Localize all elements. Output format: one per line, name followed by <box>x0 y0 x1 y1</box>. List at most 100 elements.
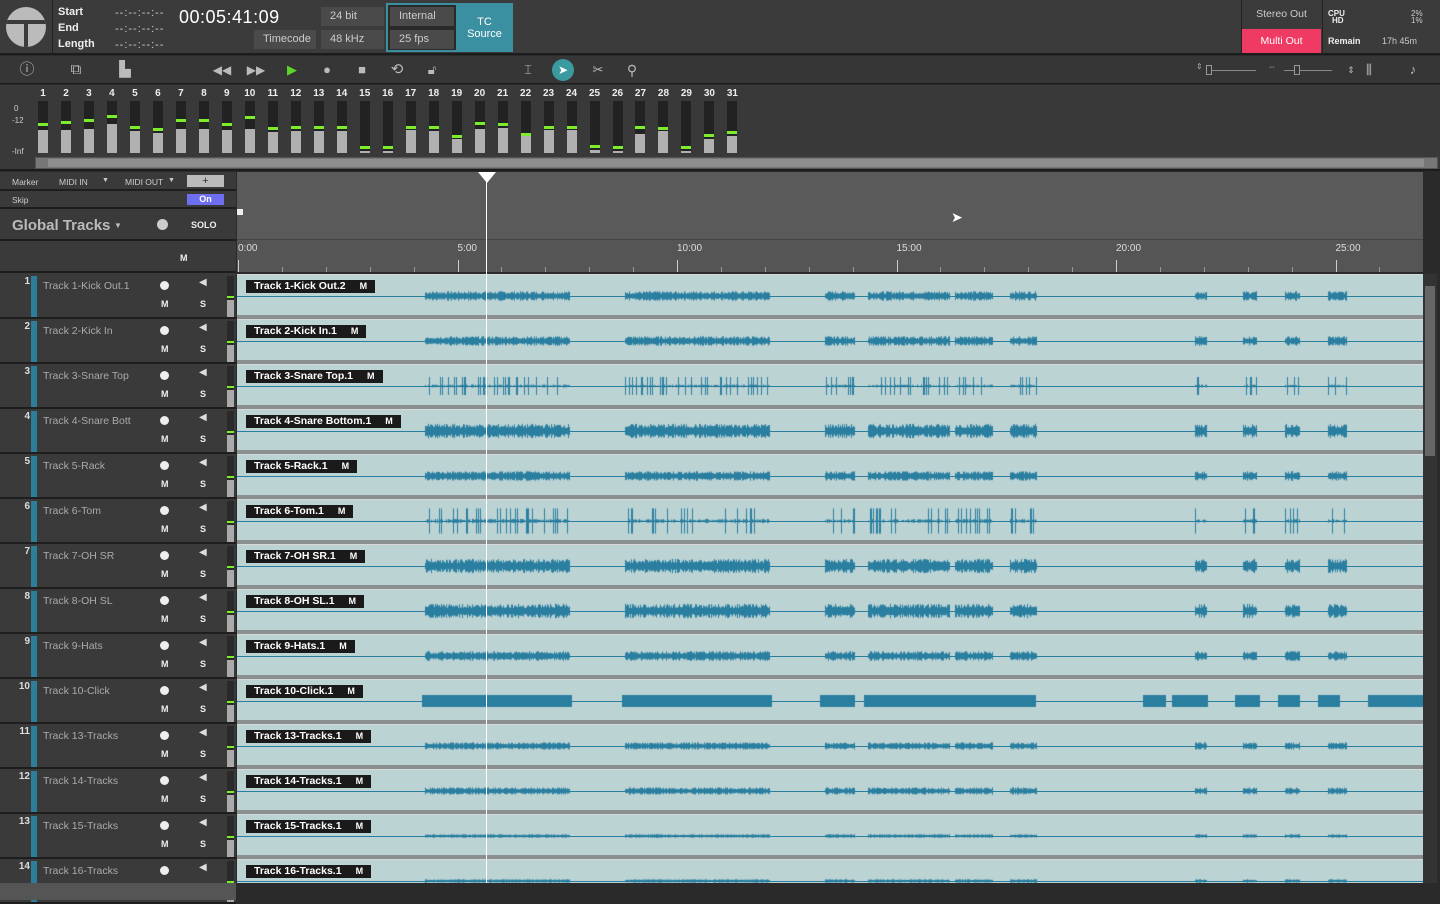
zoom-slider[interactable]: ⇔ <box>1268 62 1334 76</box>
track-name[interactable]: Track 8-OH SL <box>43 595 113 607</box>
zoom-tool-icon[interactable]: ⚲ <box>621 56 643 84</box>
mute-button[interactable]: M <box>161 434 169 444</box>
track-height-slider[interactable]: ⇕ <box>1196 62 1260 76</box>
mute-button[interactable]: M <box>161 389 169 399</box>
mute-button[interactable]: M <box>161 299 169 309</box>
mute-button[interactable]: M <box>161 749 169 759</box>
record-arm-icon[interactable] <box>160 821 169 830</box>
global-solo-button[interactable]: SOLO <box>191 220 217 230</box>
solo-button[interactable]: S <box>200 389 206 399</box>
loop-start-marker[interactable] <box>237 209 243 215</box>
track-name[interactable]: Track 9-Hats <box>43 640 103 652</box>
track-color-strip[interactable] <box>31 411 37 452</box>
track-color-strip[interactable] <box>31 636 37 677</box>
speaker-icon[interactable]: ◀︎ <box>199 367 207 378</box>
split-tool-icon[interactable]: ✂ <box>587 56 609 84</box>
rewind-icon[interactable]: ◀◀ <box>211 56 233 84</box>
fast-forward-icon[interactable]: ▶▶ <box>245 56 267 84</box>
speaker-icon[interactable]: ◀︎ <box>199 277 207 288</box>
global-record-icon[interactable] <box>157 219 168 230</box>
record-arm-icon[interactable] <box>160 551 169 560</box>
record-icon[interactable]: ● <box>316 56 338 84</box>
left-scrollbar[interactable] <box>0 883 236 900</box>
track-header[interactable]: 12 Track 14-Tracks ◀︎ M S <box>0 769 236 814</box>
record-arm-icon[interactable] <box>160 281 169 290</box>
file-icon[interactable]: ♪ <box>1402 56 1424 84</box>
bit-depth-button[interactable]: 24 bit <box>321 7 384 26</box>
playhead[interactable] <box>486 172 487 883</box>
lock-icon[interactable]: 🔓︎ <box>421 56 443 84</box>
track-name[interactable]: Track 1-Kick Out.1 <box>43 280 130 292</box>
track-name[interactable]: Track 10-Click <box>43 685 110 697</box>
speaker-icon[interactable]: ◀︎ <box>199 862 207 873</box>
speaker-icon[interactable]: ◀︎ <box>199 547 207 558</box>
speaker-icon[interactable]: ◀︎ <box>199 637 207 648</box>
mute-button[interactable]: M <box>161 704 169 714</box>
track-color-strip[interactable] <box>31 321 37 362</box>
time-ruler[interactable]: 0:00 5:00 10:00 15:00 20:00 25:00 <box>237 172 1423 272</box>
speaker-icon[interactable]: ◀︎ <box>199 772 207 783</box>
track-name[interactable]: Track 7-OH SR <box>43 550 114 562</box>
track-name[interactable]: Track 5-Rack <box>43 460 105 472</box>
solo-button[interactable]: S <box>200 344 206 354</box>
record-arm-icon[interactable] <box>160 596 169 605</box>
track-header[interactable]: 4 Track 4-Snare Bott ◀︎ M S <box>0 409 236 454</box>
midi-in-dropdown[interactable]: MIDI IN <box>59 177 88 187</box>
track-color-strip[interactable] <box>31 546 37 587</box>
info-icon[interactable]: ⓘ <box>16 56 38 84</box>
solo-button[interactable]: S <box>200 299 206 309</box>
mute-button[interactable]: M <box>161 569 169 579</box>
record-arm-icon[interactable] <box>160 776 169 785</box>
tc-source-button[interactable]: TC Source <box>456 5 513 50</box>
speaker-icon[interactable]: ◀︎ <box>199 727 207 738</box>
track-name[interactable]: Track 14-Tracks <box>43 775 118 787</box>
record-arm-icon[interactable] <box>160 686 169 695</box>
meters-icon[interactable]: ▙ <box>114 56 136 84</box>
end-value[interactable]: --:--:--:-- <box>115 23 164 35</box>
record-arm-icon[interactable] <box>160 641 169 650</box>
speaker-icon[interactable]: ◀︎ <box>199 817 207 828</box>
solo-button[interactable]: S <box>200 749 206 759</box>
solo-button[interactable]: S <box>200 794 206 804</box>
speaker-icon[interactable]: ◀︎ <box>199 322 207 333</box>
midi-in-chevron-icon[interactable]: ▼ <box>102 177 109 184</box>
mute-button[interactable]: M <box>161 794 169 804</box>
mute-button[interactable]: M <box>161 614 169 624</box>
track-color-strip[interactable] <box>31 366 37 407</box>
track-name[interactable]: Track 2-Kick In <box>43 325 113 337</box>
skip-toggle[interactable]: On <box>187 194 224 205</box>
solo-button[interactable]: S <box>200 839 206 849</box>
solo-button[interactable]: S <box>200 614 206 624</box>
midi-out-chevron-icon[interactable]: ▼ <box>168 177 175 184</box>
loop-icon[interactable]: ⟲ <box>386 56 408 84</box>
record-arm-icon[interactable] <box>160 326 169 335</box>
track-color-strip[interactable] <box>31 591 37 632</box>
timecode-mode-button[interactable]: Timecode <box>254 30 316 49</box>
add-marker-button[interactable]: + <box>187 175 224 187</box>
speaker-icon[interactable]: ◀︎ <box>199 682 207 693</box>
track-name[interactable]: Track 4-Snare Bott <box>43 415 131 427</box>
track-header[interactable]: 8 Track 8-OH SL ◀︎ M S <box>0 589 236 634</box>
midi-out-dropdown[interactable]: MIDI OUT <box>125 177 163 187</box>
global-tracks-chevron-icon[interactable]: ▼ <box>114 221 122 230</box>
solo-button[interactable]: S <box>200 479 206 489</box>
play-icon[interactable]: ▶ <box>281 56 303 84</box>
record-arm-icon[interactable] <box>160 731 169 740</box>
track-header[interactable]: 9 Track 9-Hats ◀︎ M S <box>0 634 236 679</box>
playhead-handle[interactable] <box>478 172 496 183</box>
track-color-strip[interactable] <box>31 276 37 317</box>
solo-button[interactable]: S <box>200 524 206 534</box>
mute-button[interactable]: M <box>161 659 169 669</box>
record-arm-icon[interactable] <box>160 506 169 515</box>
solo-button[interactable]: S <box>200 659 206 669</box>
track-color-strip[interactable] <box>31 816 37 857</box>
record-arm-icon[interactable] <box>160 416 169 425</box>
mixer-icon[interactable]: ⧉ <box>65 56 87 84</box>
track-header[interactable]: 3 Track 3-Snare Top ◀︎ M S <box>0 364 236 409</box>
track-header[interactable]: 1 Track 1-Kick Out.1 ◀︎ M S <box>0 274 236 319</box>
track-color-strip[interactable] <box>31 726 37 767</box>
speaker-icon[interactable]: ◀︎ <box>199 457 207 468</box>
track-header[interactable]: 7 Track 7-OH SR ◀︎ M S <box>0 544 236 589</box>
track-header[interactable]: 2 Track 2-Kick In ◀︎ M S <box>0 319 236 364</box>
record-arm-icon[interactable] <box>160 461 169 470</box>
